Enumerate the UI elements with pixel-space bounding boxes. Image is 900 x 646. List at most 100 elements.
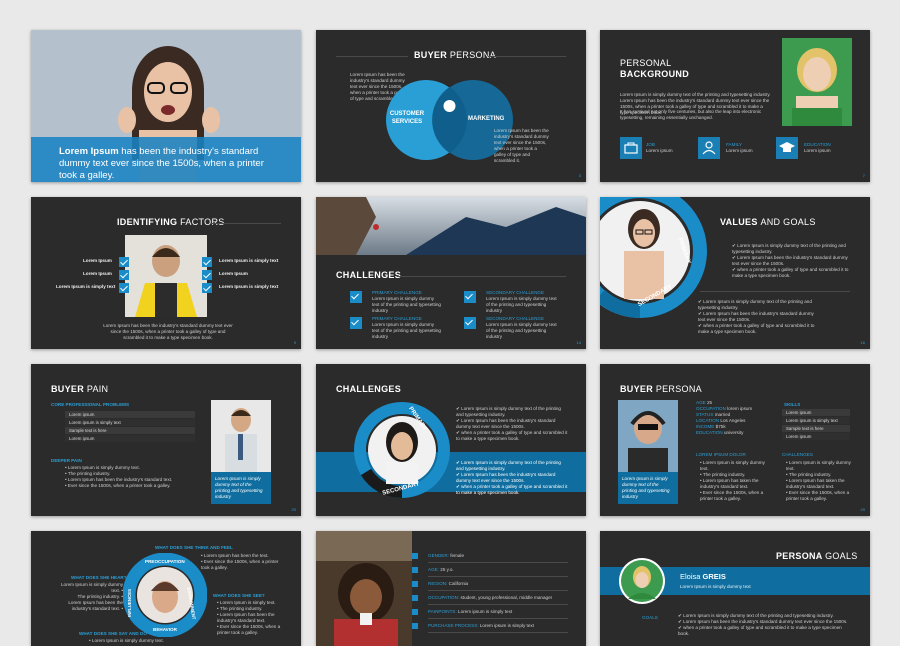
job-label: JOB Lorem ipsum bbox=[646, 142, 673, 153]
photo-caption: Lorem Ipsum is simply dummy text of the … bbox=[622, 476, 670, 499]
slide-buyer-persona-venn[interactable]: BUYER PERSONA Lorem Ipsum has been the i… bbox=[316, 30, 586, 182]
section-heading: CORE PROFESSIONAL PROBLEMS bbox=[51, 402, 130, 407]
section-heading: LOREM IPSUM DOLOR bbox=[696, 452, 746, 457]
page-number: 20 bbox=[291, 507, 296, 512]
slide-title: CHALLENGES bbox=[336, 384, 402, 394]
slide-empathy-map[interactable]: WHAT DOES SHE THINK AND FEEL • Lorem Ips… bbox=[31, 531, 301, 646]
footer-text: Lorem Ipsum has been the industry's stan… bbox=[103, 323, 233, 340]
challenge-item: SECONDARY CHALLENGE Lorem Ipsum is simply… bbox=[486, 316, 557, 339]
row-rule bbox=[428, 632, 568, 633]
right-item: Lorem Ipsum is simply text bbox=[219, 284, 279, 289]
top-label: WHAT DOES SHE THINK AND FEEL bbox=[155, 545, 233, 550]
check-icon bbox=[202, 283, 212, 293]
detail-row: REGION: California bbox=[428, 581, 469, 586]
title-rule bbox=[488, 56, 566, 57]
slide-buyer-pain[interactable]: BUYER PAIN CORE PROFESSIONAL PROBLEMS Lo… bbox=[31, 364, 301, 516]
page-number: 7 bbox=[862, 173, 865, 178]
detail-row: OCCUPATION: student, young professional,… bbox=[428, 595, 553, 600]
problem-row: Lorem ipsum bbox=[65, 435, 195, 442]
slide-persona-details[interactable]: GENDER: female AGE: 25 y.o. REGION: Cali… bbox=[316, 531, 586, 646]
woman-photo bbox=[782, 38, 852, 126]
right-bullets: • Lorem Ipsum is simply text. • The prin… bbox=[217, 600, 281, 635]
challenge-item: SECONDARY CHALLENGE Lorem Ipsum is simply… bbox=[486, 290, 557, 313]
graduation-cap-icon bbox=[776, 137, 798, 159]
challenge-item: PRIMARY CHALLENGE Lorem Ipsum is simply d… bbox=[372, 290, 441, 313]
skill-row: Lorem ipsum is simply text bbox=[782, 417, 850, 424]
slide-title: VALUES AND GOALS bbox=[720, 217, 816, 227]
title-rule bbox=[336, 56, 408, 57]
slide-title: PERSONAL BACKGROUND bbox=[620, 58, 689, 79]
skill-row: Lorem ipsum bbox=[782, 409, 850, 416]
row-rule bbox=[428, 576, 568, 577]
check-icon bbox=[202, 270, 212, 280]
venn-left-label: CUSTOMER SERVICES bbox=[389, 111, 425, 125]
bullet-list-top: ✔ Lorem Ipsum is simply dummy text of th… bbox=[456, 406, 568, 441]
section-heading: CHALLENGES bbox=[782, 452, 813, 457]
family-icon bbox=[698, 137, 720, 159]
marker bbox=[412, 553, 418, 559]
persona-subtitle: Lorem Ipsum is simply dummy text bbox=[680, 584, 751, 589]
left-item: Lorem Ipsum bbox=[83, 271, 112, 276]
marker bbox=[412, 623, 418, 629]
persona-fields: AGE 25 OCCUPATION lorem ipsum STATUS mar… bbox=[696, 400, 753, 435]
left-label: WHAT DOES SHE HEAR? bbox=[71, 575, 127, 580]
marker bbox=[412, 609, 418, 615]
bullet-list-right: • Lorem Ipsum is simply dummy text. • Th… bbox=[786, 460, 851, 501]
bullet-list: ✔ Lorem Ipsum is simply dummy text of th… bbox=[678, 613, 848, 636]
right-text: Lorem Ipsum has been the industry's stan… bbox=[494, 128, 549, 163]
hero-caption: Lorem Ipsum has been the industry's stan… bbox=[59, 146, 279, 182]
check-icon bbox=[350, 317, 362, 329]
title-rule bbox=[211, 223, 281, 224]
check-icon bbox=[202, 257, 212, 267]
hero-caption-bold: Lorem Ipsum bbox=[59, 146, 119, 157]
man-photo bbox=[618, 400, 678, 472]
slide-identifying-factors[interactable]: IDENTIFYING FACTORS Lorem Ipsum Lorem Ip… bbox=[31, 197, 301, 349]
slide-title: PERSONA GOALS bbox=[776, 551, 858, 561]
man-photo bbox=[125, 235, 207, 317]
slide-hero[interactable]: Lorem Ipsum has been the industry's stan… bbox=[31, 30, 301, 182]
left-bullets: Lorem Ipsum is simply dummy text. • The … bbox=[60, 582, 123, 611]
left-item: Lorem Ipsum is simply text bbox=[56, 284, 116, 289]
row-rule bbox=[428, 590, 568, 591]
slide-title: BUYER PAIN bbox=[51, 384, 109, 394]
slide-values-and-goals[interactable]: PRIMARY SECONDARY VALUES AND GOALS ✔ Lor… bbox=[600, 197, 870, 349]
top-bullets: • Lorem Ipsum has been the text. • Ever … bbox=[201, 553, 279, 570]
marker bbox=[412, 581, 418, 587]
challenge-item: PRIMARY CHALLENGE Lorem Ipsum is simply d… bbox=[372, 316, 441, 339]
slide-title: BUYER PERSONA bbox=[414, 50, 496, 60]
page-number: 16 bbox=[860, 340, 865, 345]
right-label: WHAT DOES SHE SEE? bbox=[213, 593, 265, 598]
slide-personal-background[interactable]: PERSONAL BACKGROUND Lorem Ipsum is simpl… bbox=[600, 30, 870, 182]
job-icon bbox=[620, 137, 642, 159]
slide-persona-goals[interactable]: PERSONA GOALS Eloisa GREIS Lorem Ipsum i… bbox=[600, 531, 870, 646]
section-heading: GOALS bbox=[642, 615, 658, 620]
slide-title: BUYER PERSONA bbox=[620, 384, 702, 394]
bullet-list-left: • Lorem Ipsum is simply dummy text. • Th… bbox=[700, 460, 765, 501]
check-icon bbox=[464, 317, 476, 329]
slide-buyer-persona-profile[interactable]: BUYER PERSONA Lorem Ipsum is simply dumm… bbox=[600, 364, 870, 516]
marker bbox=[412, 567, 418, 573]
page-number: 3 bbox=[578, 173, 581, 178]
problem-row: Sample text is here bbox=[65, 427, 195, 434]
detail-row: PAINPOINTS: Lorem ipsum is simply text bbox=[428, 609, 513, 614]
slide-challenges[interactable]: CHALLENGES PRIMARY CHALLENGE Lorem Ipsum … bbox=[316, 197, 586, 349]
slide-challenges-2[interactable]: CHALLENGES PRIMARY SECONDARY ✔ Lorem Ips… bbox=[316, 364, 586, 516]
woman-coffee-photo bbox=[316, 531, 412, 646]
man-photo bbox=[211, 400, 271, 472]
bottom-bullets: • Lorem Ipsum is simply dummy text. bbox=[89, 638, 164, 643]
skill-row: Lorem ipsum bbox=[782, 433, 850, 440]
check-icon bbox=[119, 283, 129, 293]
ring-label-left: INFLUENCES bbox=[127, 588, 132, 617]
ring-diagram bbox=[123, 553, 207, 637]
row-rule bbox=[428, 618, 568, 619]
section-heading: DEEPER PAIN bbox=[51, 458, 82, 463]
avatar bbox=[619, 558, 665, 604]
bullet-list-top: ✔ Lorem Ipsum is simply dummy text of th… bbox=[732, 243, 849, 278]
body-text-2: It has survived not only five centuries,… bbox=[620, 109, 762, 120]
woman-photo bbox=[610, 203, 670, 299]
venn-right-label: MARKETING bbox=[468, 116, 505, 122]
bullet-list-bottom: ✔ Lorem Ipsum is simply dummy text of th… bbox=[698, 299, 815, 334]
photo-caption: Lorem Ipsum is simply dummy text of the … bbox=[215, 476, 263, 499]
persona-name: Eloisa GREIS bbox=[680, 572, 726, 581]
skill-row: Sample text is here bbox=[782, 425, 850, 432]
